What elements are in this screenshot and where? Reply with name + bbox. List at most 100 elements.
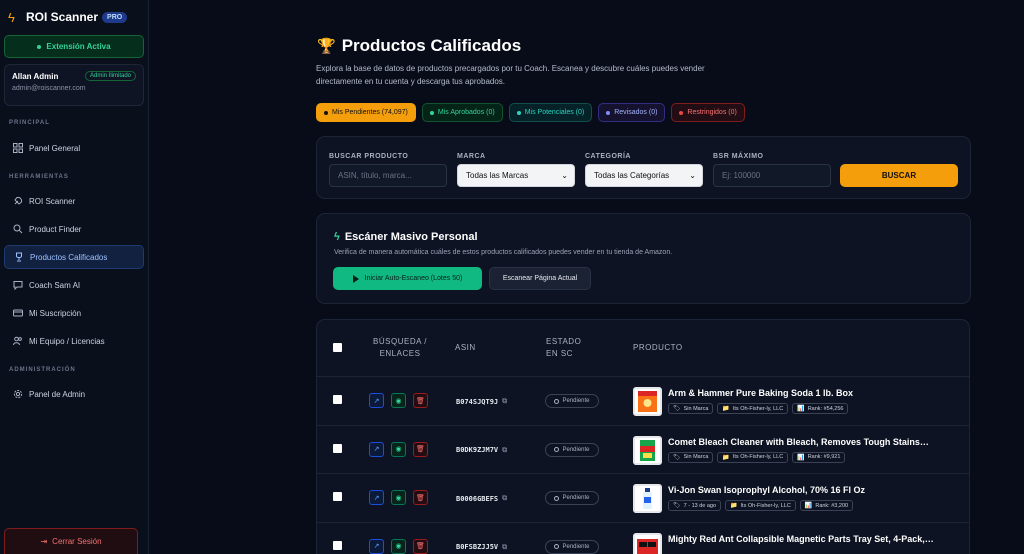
brand-select[interactable]: Todas las Marcas ⌄ (457, 164, 575, 187)
product-thumbnail[interactable] (633, 484, 662, 513)
eye-icon[interactable]: ◉ (391, 393, 406, 408)
sidebar-item-label: Panel de Admin (29, 389, 86, 399)
sidebar-item-label: Productos Calificados (30, 252, 108, 262)
status-label: Pendiente (562, 495, 590, 501)
extension-status-label: Extensión Activa (46, 42, 111, 51)
header-product: PRODUCTO (633, 343, 683, 352)
sidebar: ϟ ROI Scanner PRO Extensión Activa Allan… (0, 0, 149, 554)
search-placeholder: ASIN, título, marca... (338, 171, 412, 180)
select-all-checkbox[interactable] (333, 343, 342, 352)
product-name[interactable]: Comet Bleach Cleaner with Bleach, Remove… (668, 437, 929, 447)
tab-mis-aprobados[interactable]: Mis Aprobados (0) (421, 103, 503, 122)
gear-icon (12, 389, 23, 400)
sidebar-item-label: Panel General (29, 143, 81, 153)
trash-icon[interactable]: 🗑 (413, 441, 428, 457)
scanner-description: Verifica de manera automática cuáles de … (334, 249, 673, 256)
sidebar-item-productos-calificados[interactable]: Productos Calificados (4, 245, 144, 269)
search-button[interactable]: BUSCAR (840, 164, 958, 187)
tag-icon: 🏷 (673, 503, 681, 509)
sidebar-item-panel-general[interactable]: Panel General (4, 136, 144, 160)
sidebar-item-label: Coach Sam AI (29, 280, 81, 290)
dashboard-icon (12, 143, 23, 154)
category-select[interactable]: Todas las Categorías ⌄ (585, 164, 703, 187)
external-link-icon[interactable]: ↗ (369, 538, 384, 554)
sidebar-item-coach-sam-ai[interactable]: Coach Sam AI (4, 273, 144, 297)
copy-icon[interactable]: ⧉ (502, 446, 507, 455)
sidebar-item-mi-equipo[interactable]: Mi Equipo / Licencias (4, 329, 144, 353)
product-name[interactable]: Vi-Jon Swan Isoprophyl Alcohol, 70% 16 F… (668, 485, 865, 495)
trash-icon[interactable]: 🗑 (413, 490, 428, 505)
tab-label: Restringidos (0) (687, 109, 737, 116)
sidebar-item-panel-admin[interactable]: Panel de Admin (4, 382, 144, 406)
sidebar-item-product-finder[interactable]: Product Finder (4, 217, 144, 241)
status-tabs: Mis Pendientes (74,097) Mis Aprobados (0… (316, 103, 751, 122)
user-card: Allan Admin Admin Ilimitado admin@roisca… (4, 64, 144, 106)
dot-icon (606, 110, 611, 115)
product-name[interactable]: Arm & Hammer Pure Baking Soda 1 lb. Box (668, 388, 853, 398)
page-title: Productos Calificados (341, 36, 522, 55)
scan-page-button[interactable]: Escanear Página Actual (489, 267, 591, 290)
eye-icon[interactable]: ◉ (391, 538, 406, 554)
status-badge: Pendiente (545, 539, 599, 554)
section-admin: ADMINISTRACIÓN (9, 367, 76, 373)
table-row: ↗ ◉ 🗑 B0DK9ZJM7V ⧉ Pendiente Comet Bleach… (317, 426, 969, 474)
card-icon (12, 308, 23, 319)
row-checkbox[interactable] (333, 443, 342, 453)
category-value: Todas las Categorías (594, 171, 670, 180)
tab-restringidos[interactable]: Restringidos (0) (671, 103, 745, 122)
auto-scan-button[interactable]: Iniciar Auto-Escaneo (Lotes 50) (333, 267, 482, 290)
tag-label: Its Oh-Fisher-ly, LLC (732, 405, 784, 412)
chevron-down-icon: ⌄ (689, 171, 696, 180)
logout-button[interactable]: ⇥ Cerrar Sesión (4, 528, 138, 554)
tab-mis-pendientes[interactable]: Mis Pendientes (74,097) (316, 103, 416, 122)
asin-value: B0006GBEFS (456, 494, 499, 503)
tab-revisados[interactable]: Revisados (0) (598, 103, 666, 122)
external-link-icon[interactable]: ↗ (369, 490, 384, 505)
folder-icon: 📁 (722, 406, 730, 412)
section-principal: PRINCIPAL (9, 120, 50, 126)
table-row: ↗ ◉ 🗑 B0FSBZJJ5V ⧉ Pendiente Mighty Red A… (317, 523, 969, 554)
bsr-label: BSR MÁXIMO (713, 153, 764, 160)
brand-tag: 🏷 Sin Marca (668, 451, 714, 463)
tag-label: Rank: #3,200 (815, 502, 849, 509)
clock-icon (554, 447, 560, 452)
seller-tag: 📁 Its Oh-Fisher-ly, LLC (717, 403, 789, 414)
seller-tag: 📁 Its Oh-Fisher-ly, LLC (725, 500, 796, 511)
copy-icon[interactable]: ⧉ (502, 494, 507, 503)
rocket-icon (12, 196, 23, 207)
product-thumbnail[interactable] (633, 435, 662, 465)
product-thumbnail[interactable] (633, 532, 662, 554)
filters-panel: BUSCAR PRODUCTO ASIN, título, marca... M… (316, 136, 971, 199)
trash-icon[interactable]: 🗑 (413, 393, 428, 408)
trophy-icon: 🏆 (317, 38, 336, 55)
auto-scan-label: Iniciar Auto-Escaneo (Lotes 50) (364, 275, 463, 282)
sidebar-item-mi-suscripcion[interactable]: Mi Suscripción (4, 301, 144, 325)
row-checkbox[interactable] (333, 492, 342, 501)
external-link-icon[interactable]: ↗ (369, 393, 384, 408)
tag-label: Rank: #9,921 (807, 454, 841, 460)
tab-label: Revisados (0) (614, 109, 658, 116)
user-name: Allan Admin (12, 71, 59, 81)
tab-mis-potenciales[interactable]: Mis Potenciales (0) (508, 103, 593, 122)
tab-label: Mis Pendientes (74,097) (332, 109, 408, 116)
eye-icon[interactable]: ◉ (391, 441, 406, 457)
eye-icon[interactable]: ◉ (391, 490, 406, 505)
products-table: BÚSQUEDA / ENLACES ASIN ESTADO EN SC PRO… (316, 319, 970, 554)
external-link-icon[interactable]: ↗ (369, 441, 384, 457)
chevron-down-icon: ⌄ (561, 171, 568, 180)
product-name[interactable]: Mighty Red Ant Collapsible Magnetic Part… (668, 534, 934, 544)
extension-status: Extensión Activa (4, 35, 144, 58)
copy-icon[interactable]: ⧉ (502, 543, 507, 552)
bsr-input[interactable]: Ej: 100000 (713, 164, 831, 187)
search-input[interactable]: ASIN, título, marca... (329, 164, 447, 187)
table-row: ↗ ◉ 🗑 B074SJQT9J ⧉ Pendiente Arm & Hammer… (317, 377, 969, 426)
brand-tag: 🏷 Sin Marca (668, 403, 714, 414)
product-thumbnail[interactable] (633, 387, 662, 416)
row-checkbox[interactable] (333, 395, 342, 404)
bulk-scanner-panel: ϟ Escáner Masivo Personal Verifica de man… (316, 213, 971, 304)
trash-icon[interactable]: 🗑 (413, 538, 428, 554)
row-checkbox[interactable] (333, 540, 342, 550)
sidebar-item-roi-scanner[interactable]: ROI Scanner (4, 189, 144, 213)
copy-icon[interactable]: ⧉ (502, 397, 507, 406)
brand[interactable]: ϟ ROI Scanner PRO (0, 0, 148, 34)
